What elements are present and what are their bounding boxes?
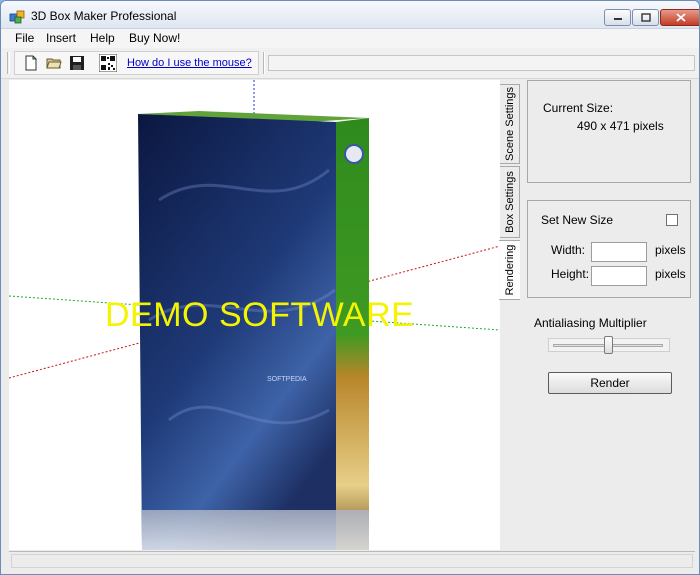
antialiasing-slider[interactable] [548, 336, 670, 354]
demo-watermark: DEMO SOFTWARE [105, 296, 415, 334]
box-reflection [142, 510, 369, 550]
antialiasing-label: Antialiasing Multiplier [534, 316, 647, 330]
window-title: 3D Box Maker Professional [31, 9, 177, 23]
current-size-group: Current Size: 490 x 471 pixels [527, 80, 691, 183]
set-new-size-checkbox[interactable] [666, 214, 678, 226]
current-size-label: Current Size: [543, 101, 614, 115]
mouse-help-link[interactable]: How do I use the mouse? [127, 57, 252, 69]
height-unit-label: pixels [655, 267, 686, 281]
qr-button[interactable] [98, 53, 118, 73]
save-button[interactable] [67, 53, 87, 73]
rendering-panel: Current Size: 490 x 471 pixels Set New S… [520, 80, 699, 550]
antialiasing-slider-thumb[interactable] [604, 336, 613, 354]
app-window: 3D Box Maker Professional File Insert He… [0, 0, 700, 575]
maximize-button[interactable] [632, 9, 659, 26]
close-icon [676, 13, 686, 22]
menu-file[interactable]: File [15, 31, 34, 45]
width-input[interactable] [591, 242, 647, 262]
close-button[interactable] [660, 9, 699, 26]
toolbar: How do I use the mouse? [1, 48, 699, 79]
menu-buy-now[interactable]: Buy Now! [129, 31, 180, 45]
toolbar-status-field [268, 55, 695, 71]
3d-viewport[interactable]: SOFTPEDIA DEMO SOFTWARE [9, 80, 500, 550]
tab-box-settings[interactable]: Box Settings [500, 166, 520, 238]
height-input[interactable] [591, 266, 647, 286]
toolbar-grip[interactable] [7, 52, 10, 74]
toolbar-separator [263, 52, 265, 74]
maximize-icon [640, 13, 651, 22]
new-document-icon [25, 55, 37, 71]
status-bar [9, 551, 695, 570]
width-label: Width: [551, 243, 586, 257]
render-button[interactable]: Render [548, 372, 672, 394]
set-new-size-label: Set New Size [541, 213, 614, 227]
width-unit-label: pixels [655, 243, 686, 257]
minimize-icon [613, 17, 622, 20]
open-folder-icon [46, 58, 62, 69]
status-pane [11, 554, 693, 568]
tab-scene-settings[interactable]: Scene Settings [500, 84, 520, 164]
open-button[interactable] [44, 53, 64, 73]
title-bar: 3D Box Maker Professional [1, 1, 699, 29]
current-size-value: 490 x 471 pixels [577, 119, 664, 133]
new-size-group: Set New Size Width: pixels Height: pixel… [527, 200, 691, 298]
settings-tabs: Scene Settings Box Settings Rendering [499, 80, 521, 301]
tab-rendering[interactable]: Rendering [499, 240, 521, 300]
box-front-logo: SOFTPEDIA [267, 376, 307, 383]
save-disk-icon [70, 56, 84, 70]
menu-bar: File Insert Help Buy Now! [1, 29, 699, 48]
tab-scene-settings-label: Scene Settings [503, 87, 516, 161]
new-button[interactable] [21, 53, 41, 73]
box-side-disc [344, 144, 364, 164]
menu-help[interactable]: Help [90, 31, 115, 45]
tab-box-settings-label: Box Settings [503, 171, 516, 233]
tab-rendering-label: Rendering [503, 244, 516, 296]
qr-code-icon [99, 54, 117, 72]
minimize-button[interactable] [604, 9, 631, 26]
app-cubes-icon [9, 10, 25, 24]
menu-insert[interactable]: Insert [46, 31, 76, 45]
height-label: Height: [551, 267, 590, 281]
